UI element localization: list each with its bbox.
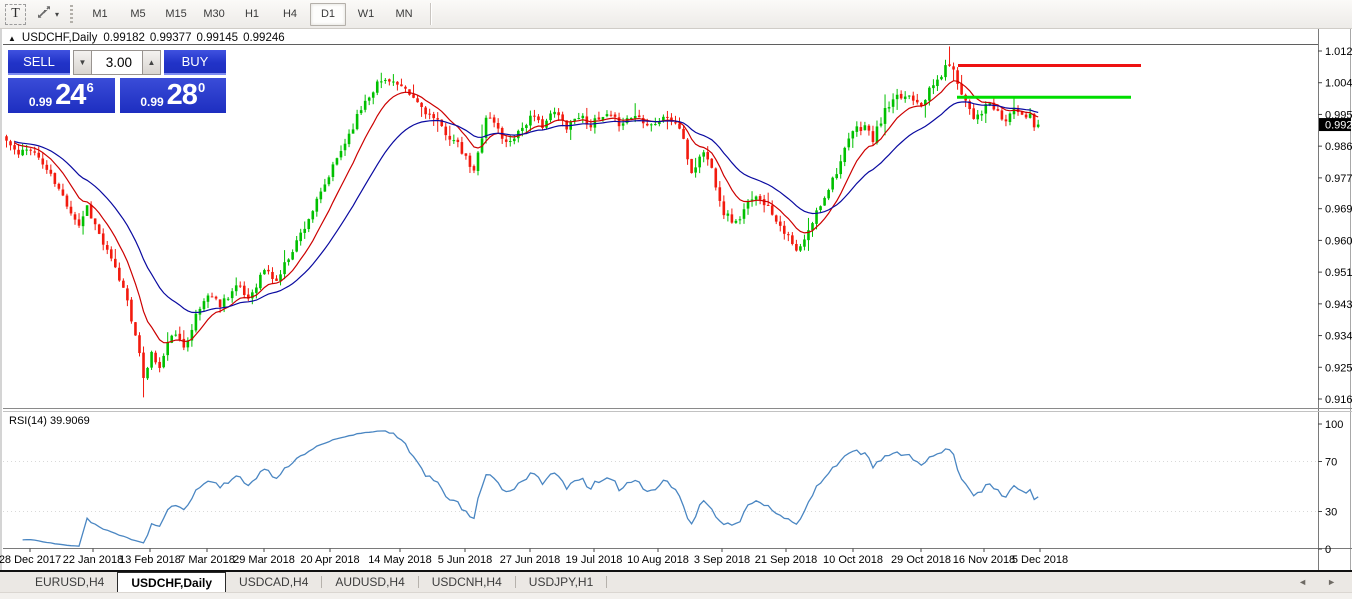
sell-button[interactable]: SELL	[8, 50, 70, 75]
price-axis-label: 0.97775	[1325, 173, 1352, 185]
chart-tab-audusd-h4[interactable]: AUDUSD,H4	[322, 572, 417, 592]
timeframe-button-group: M1M5M15M30H1H4D1W1MN	[82, 3, 422, 26]
price-axis-label: 0.93425	[1325, 331, 1352, 343]
diagonal-arrows-icon	[36, 4, 52, 25]
toolbar-separator	[430, 3, 432, 25]
top-toolbar: T ▾ M1M5M15M30H1H4D1W1MN	[0, 0, 1352, 29]
tab-scroll-arrows: ◄►	[1298, 572, 1352, 592]
timeframe-button-d1[interactable]: D1	[310, 3, 346, 26]
timeframe-button-m30[interactable]: M30	[196, 3, 232, 26]
buy-button[interactable]: BUY	[164, 50, 226, 75]
tab-bar-spacer	[0, 572, 22, 592]
date-axis-label: 29 Oct 2018	[891, 554, 951, 566]
chevron-down-icon: ▾	[55, 10, 59, 19]
timeframe-button-m5[interactable]: M5	[120, 3, 156, 26]
price-axis-label: 0.92550	[1325, 362, 1352, 374]
date-axis-label: 16 Nov 2018	[953, 554, 1015, 566]
timeframe-button-h1[interactable]: H1	[234, 3, 270, 26]
tab-separator	[606, 576, 607, 588]
ohlc-high: 0.99377	[150, 32, 192, 44]
timeframe-button-m1[interactable]: M1	[82, 3, 118, 26]
chart-tab-eurusd-h4[interactable]: EURUSD,H4	[22, 572, 117, 592]
ohlc-low: 0.99145	[196, 32, 238, 44]
date-axis-label: 28 Dec 2017	[0, 554, 61, 566]
ohlc-open: 0.99182	[103, 32, 145, 44]
buy-price-prefix: 0.99	[140, 95, 163, 109]
tab-scroll-left-icon[interactable]: ◄	[1298, 577, 1307, 587]
date-axis-label: 10 Oct 2018	[823, 554, 883, 566]
date-axis-label: 7 Mar 2018	[179, 554, 235, 566]
price-axis-label: 1.01275	[1325, 46, 1352, 58]
price-axis-label: 1.00400	[1325, 78, 1352, 90]
volume-decrease-button[interactable]: ▼	[73, 50, 92, 75]
buy-price-panel[interactable]: 0.99 28 0	[120, 78, 227, 113]
date-axis-label: 20 Apr 2018	[300, 554, 359, 566]
date-axis-label: 5 Dec 2018	[1012, 554, 1068, 566]
volume-spinner: ▼ 3.00 ▲	[73, 50, 161, 75]
tab-scroll-right-icon[interactable]: ►	[1327, 577, 1336, 587]
date-axis-label: 21 Sep 2018	[755, 554, 817, 566]
timeframe-button-m15[interactable]: M15	[158, 3, 194, 26]
sell-price-prefix: 0.99	[29, 95, 52, 109]
price-axis-label: 0.91675	[1325, 394, 1352, 406]
sell-price-panel[interactable]: 0.99 24 6	[8, 78, 115, 113]
buy-price-big: 28	[167, 79, 197, 112]
rsi-axis-label: 30	[1325, 507, 1337, 519]
rsi-axis-label: 100	[1325, 419, 1343, 431]
date-axis-label: 19 Jul 2018	[566, 554, 623, 566]
price-axis-label: 0.95175	[1325, 267, 1352, 279]
arrows-tool-button[interactable]: ▾	[36, 4, 59, 25]
rsi-line[interactable]	[23, 431, 1039, 546]
price-axis-label: 0.96050	[1325, 235, 1352, 247]
ohlc-close: 0.99246	[243, 32, 285, 44]
chart-title: ▲ USDCHF,Daily 0.99182 0.99377 0.99145 0…	[8, 32, 285, 44]
text-tool-icon[interactable]: T	[5, 4, 26, 25]
date-axis-label: 22 Jan 2018	[63, 554, 124, 566]
toolbar-grip[interactable]	[70, 5, 73, 23]
chart-tab-usdjpy-h1[interactable]: USDJPY,H1	[516, 572, 606, 592]
date-axis-label: 5 Jun 2018	[438, 554, 492, 566]
date-axis-label: 14 May 2018	[368, 554, 432, 566]
price-axis-label: 0.94300	[1325, 299, 1352, 311]
date-axis-label: 10 Aug 2018	[627, 554, 689, 566]
chart-tab-bar: EURUSD,H4USDCHF,DailyUSDCAD,H4AUDUSD,H4U…	[0, 570, 1352, 592]
price-axis-label: 0.98650	[1325, 141, 1352, 153]
chart-tab-usdcnh-h4[interactable]: USDCNH,H4	[419, 572, 515, 592]
timeframe-button-h4[interactable]: H4	[272, 3, 308, 26]
timeframe-button-w1[interactable]: W1	[348, 3, 384, 26]
volume-input[interactable]: 3.00	[92, 50, 142, 75]
collapse-triangle-icon[interactable]: ▲	[8, 34, 16, 43]
rsi-indicator-label: RSI(14) 39.9069	[9, 415, 90, 427]
sell-price-sup: 6	[86, 80, 93, 95]
timeframe-button-mn[interactable]: MN	[386, 3, 422, 26]
sell-price-big: 24	[55, 79, 85, 112]
current-price-label: 0.99246	[1325, 120, 1352, 132]
price-axis-label: 0.96925	[1325, 204, 1352, 216]
one-click-trading-widget: SELL ▼ 3.00 ▲ BUY 0.99 24 6 0.99 28 0	[8, 50, 226, 113]
rsi-axis-label: 0	[1325, 544, 1331, 556]
chart-tab-usdcad-h4[interactable]: USDCAD,H4	[226, 572, 321, 592]
date-axis-label: 29 Mar 2018	[233, 554, 295, 566]
volume-increase-button[interactable]: ▲	[142, 50, 161, 75]
chart-tab-usdchf-daily[interactable]: USDCHF,Daily	[117, 572, 226, 592]
date-axis-label: 3 Sep 2018	[694, 554, 750, 566]
date-axis-label: 27 Jun 2018	[500, 554, 561, 566]
buy-price-sup: 0	[198, 80, 205, 95]
rsi-axis-label: 70	[1325, 457, 1337, 469]
chart-symbol-label: USDCHF,Daily	[22, 32, 97, 44]
date-axis-label: 13 Feb 2018	[119, 554, 181, 566]
